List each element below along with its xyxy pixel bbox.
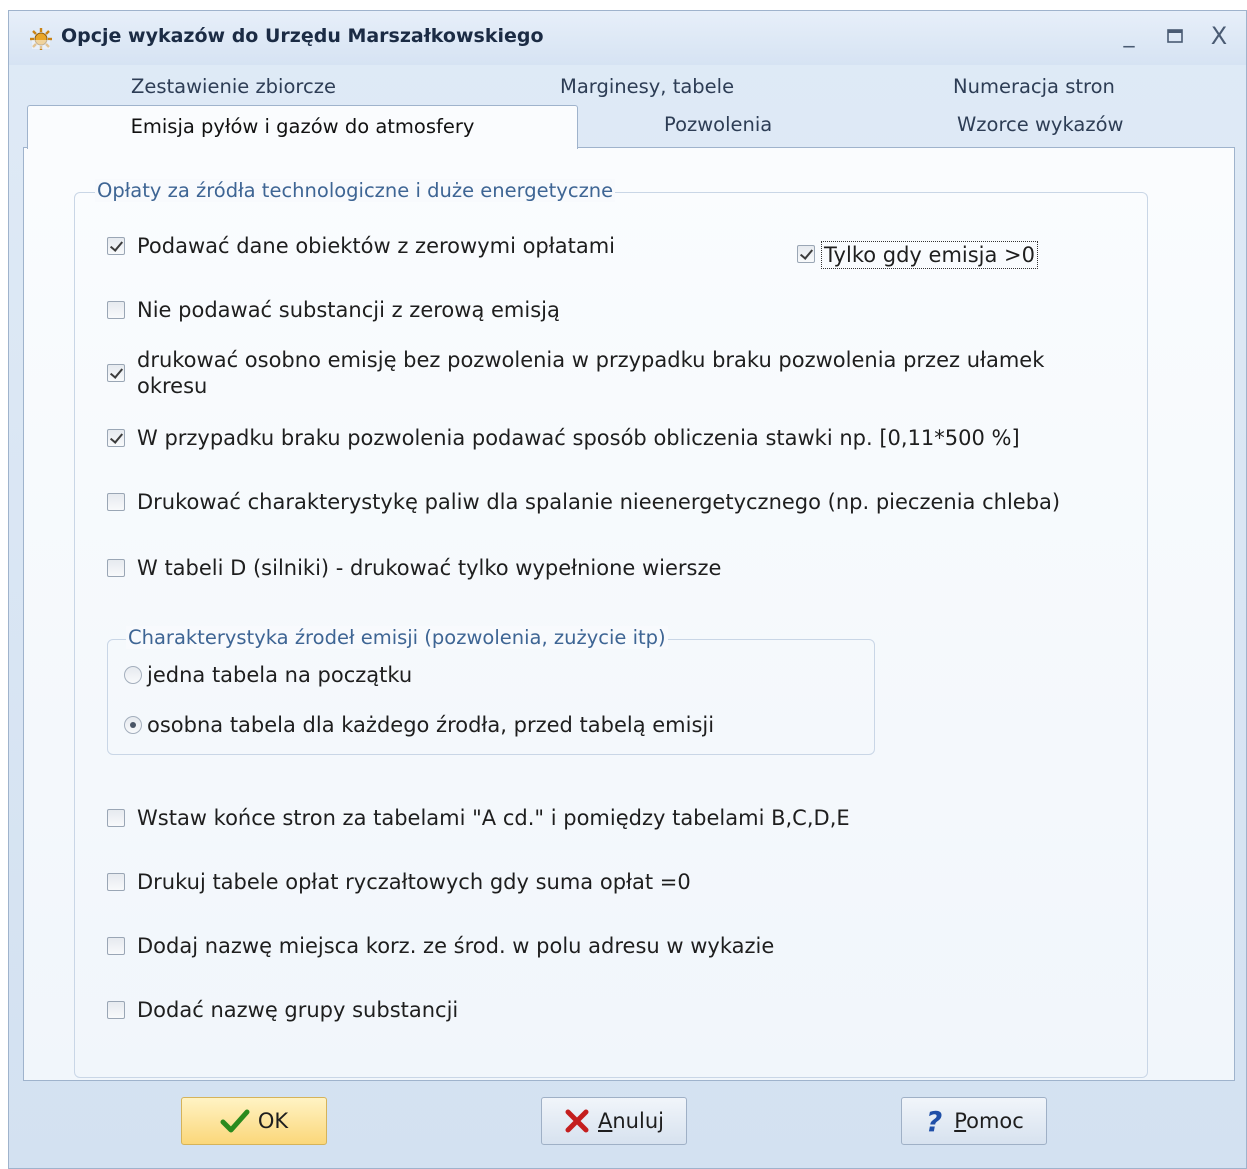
- gear-sun-icon: [30, 28, 52, 50]
- question-mark-icon: ?: [924, 1107, 946, 1135]
- option-no-zero-emission[interactable]: Nie podawać substancji z zerową emisją: [107, 297, 560, 323]
- option-label: drukować osobno emisję bez pozwolenia w …: [137, 348, 1045, 398]
- option-table-d-filled[interactable]: W tabeli D (silniki) - drukować tylko wy…: [107, 555, 721, 581]
- tab-emisja[interactable]: Emisja pyłów i gazów do atmosfery: [27, 105, 578, 149]
- option-label: W tabeli D (silniki) - drukować tylko wy…: [137, 556, 722, 580]
- option-zero-fees[interactable]: Podawać dane obiektów z zerowymi opłatam…: [107, 233, 615, 259]
- title-bar[interactable]: Opcje wykazów do Urzędu Marszałkowskiego…: [9, 11, 1246, 65]
- checkbox[interactable]: [107, 873, 125, 891]
- option-fuel-characteristics[interactable]: Drukować charakterystykę paliw dla spala…: [107, 489, 1060, 515]
- radio-button[interactable]: [124, 666, 142, 684]
- option-label: W przypadku braku pozwolenia podawać spo…: [137, 426, 1020, 450]
- option-label: Tylko gdy emisja >0: [821, 241, 1039, 269]
- option-lump-sum-tables[interactable]: Drukuj tabele opłat ryczałtowych gdy sum…: [107, 869, 691, 895]
- checkbox[interactable]: [107, 559, 125, 577]
- tab-numeracja-stron[interactable]: Numeracja stron: [953, 75, 1115, 98]
- checkbox[interactable]: [107, 237, 125, 255]
- tab-panel: Opłaty za źródła technologiczne i duże e…: [23, 147, 1235, 1081]
- checkbox[interactable]: [107, 809, 125, 827]
- checkbox[interactable]: [107, 429, 125, 447]
- radio-button[interactable]: [124, 716, 142, 734]
- checkbox[interactable]: [107, 937, 125, 955]
- option-only-if-emission[interactable]: Tylko gdy emisja >0: [797, 241, 1039, 269]
- maximize-icon: [1167, 29, 1183, 43]
- help-label-accelerator: P: [954, 1109, 967, 1133]
- red-x-icon: [564, 1109, 590, 1133]
- option-label: Dodaj nazwę miejsca korz. ze środ. w pol…: [137, 934, 775, 958]
- minimize-button[interactable]: _: [1113, 21, 1145, 51]
- tab-pozwolenia[interactable]: Pozwolenia: [664, 113, 772, 136]
- checkbox[interactable]: [797, 245, 815, 263]
- tab-marginesy-tabele[interactable]: Marginesy, tabele: [560, 75, 734, 98]
- ok-label: OK: [257, 1109, 289, 1133]
- tab-wzorce-wykazow[interactable]: Wzorce wykazów: [957, 113, 1123, 136]
- help-button[interactable]: ? Pomoc: [901, 1097, 1047, 1145]
- cancel-label-rest: nuluj: [612, 1109, 664, 1133]
- close-button[interactable]: X: [1203, 21, 1235, 51]
- fees-group-legend: Opłaty za źródła technologiczne i duże e…: [95, 179, 616, 202]
- svg-text:?: ?: [926, 1107, 942, 1135]
- maximize-button[interactable]: [1159, 21, 1191, 51]
- option-label: Podawać dane obiektów z zerowymi opłatam…: [137, 234, 615, 258]
- tab-zestawienie-zbiorcze[interactable]: Zestawienie zbiorcze: [131, 75, 336, 98]
- sources-radio-group: Charakterystyka źrodeł emisji (pozwoleni…: [107, 626, 875, 755]
- checkbox[interactable]: [107, 364, 125, 382]
- checkbox[interactable]: [107, 301, 125, 319]
- checkbox[interactable]: [107, 1001, 125, 1019]
- option-label: jedna tabela na początku: [147, 663, 413, 687]
- checkbox[interactable]: [107, 493, 125, 511]
- help-label: Pomoc: [954, 1109, 1024, 1133]
- option-rate-calculation[interactable]: W przypadku braku pozwolenia podawać spo…: [107, 425, 1020, 451]
- option-page-breaks[interactable]: Wstaw końce stron za tabelami "A cd." i …: [107, 805, 850, 831]
- option-label: Drukuj tabele opłat ryczałtowych gdy sum…: [137, 870, 691, 894]
- option-substance-group[interactable]: Dodać nazwę grupy substancji: [107, 997, 458, 1023]
- option-label: osobna tabela dla każdego źrodła, przed …: [147, 713, 715, 737]
- checkmark-icon: [220, 1108, 250, 1134]
- option-label: Dodać nazwę grupy substancji: [137, 998, 459, 1022]
- cancel-label: Anuluj: [598, 1109, 664, 1133]
- option-label: Wstaw końce stron za tabelami "A cd." i …: [137, 806, 850, 830]
- cancel-label-accelerator: A: [598, 1109, 613, 1133]
- option-place-name[interactable]: Dodaj nazwę miejsca korz. ze środ. w pol…: [107, 933, 774, 959]
- sources-group-legend: Charakterystyka źrodeł emisji (pozwoleni…: [126, 626, 668, 649]
- radio-separate-table[interactable]: osobna tabela dla każdego źrodła, przed …: [124, 712, 714, 738]
- option-separate-emission[interactable]: drukować osobno emisję bez pozwolenia w …: [107, 347, 1067, 399]
- radio-one-table[interactable]: jedna tabela na początku: [124, 662, 412, 688]
- option-label: Drukować charakterystykę paliw dla spala…: [137, 490, 1061, 514]
- cancel-button[interactable]: Anuluj: [541, 1097, 687, 1145]
- help-label-rest: omoc: [966, 1109, 1024, 1133]
- dialog-window: Opcje wykazów do Urzędu Marszałkowskiego…: [8, 10, 1247, 1169]
- option-label: Nie podawać substancji z zerową emisją: [137, 298, 560, 322]
- window-title: Opcje wykazów do Urzędu Marszałkowskiego: [61, 25, 544, 47]
- fees-group: Opłaty za źródła technologiczne i duże e…: [74, 179, 1148, 1078]
- ok-button[interactable]: OK: [181, 1097, 327, 1145]
